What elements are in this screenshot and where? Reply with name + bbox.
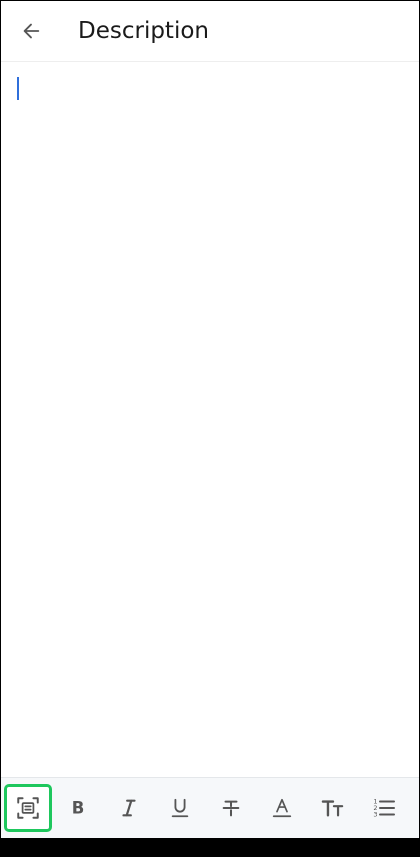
- app-screen: Description B 1 2 3: [1, 1, 419, 855]
- underline-icon: [171, 798, 189, 818]
- scan-text-button[interactable]: [4, 784, 52, 832]
- numbered-list-button[interactable]: 1 2 3: [362, 786, 406, 830]
- app-bar: Description: [1, 1, 419, 62]
- svg-text:3: 3: [373, 811, 377, 819]
- numbered-list-icon: 1 2 3: [373, 798, 395, 819]
- system-navigation-bar: [1, 838, 419, 855]
- scan-text-icon: [17, 797, 39, 819]
- italic-button[interactable]: [107, 786, 151, 830]
- text-color-icon: [272, 798, 292, 818]
- strikethrough-icon: [222, 800, 240, 817]
- bold-button[interactable]: B: [56, 786, 100, 830]
- bold-icon: B: [72, 799, 85, 818]
- description-editor[interactable]: [1, 62, 419, 776]
- formatting-toolbar: B 1 2 3: [1, 777, 419, 838]
- arrow-back-icon: [23, 23, 40, 39]
- svg-text:B: B: [72, 799, 85, 818]
- italic-icon: [122, 799, 136, 817]
- back-button[interactable]: [14, 14, 48, 48]
- strikethrough-button[interactable]: [209, 786, 253, 830]
- text-size-button[interactable]: [311, 786, 355, 830]
- underline-button[interactable]: [158, 786, 202, 830]
- text-color-button[interactable]: [260, 786, 304, 830]
- page-title: Description: [78, 18, 209, 44]
- text-size-icon: [321, 800, 344, 817]
- text-cursor: [17, 77, 19, 100]
